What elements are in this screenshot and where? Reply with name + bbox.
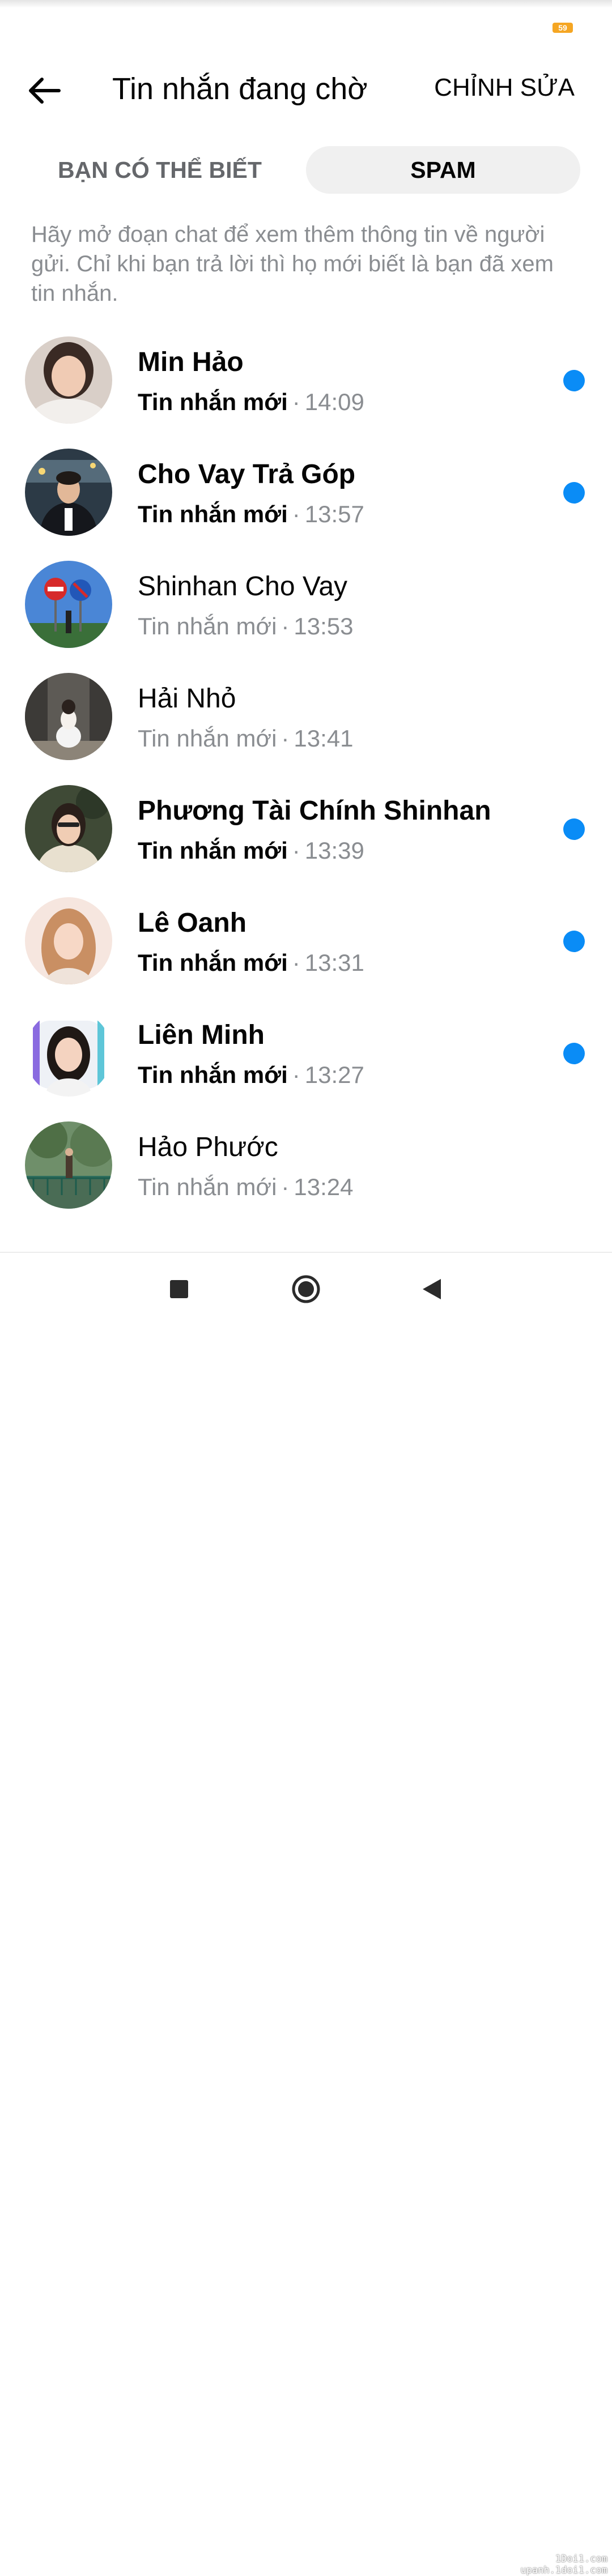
separator: · (292, 389, 300, 415)
message-meta: Tin nhắn mới · 13:27 (138, 1061, 364, 1089)
info-notice: Hãy mở đoạn chat để xem thêm thông tin v… (31, 222, 554, 306)
avatar (25, 561, 112, 648)
message-meta: Tin nhắn mới · 13:24 (138, 1174, 354, 1201)
contact-name: Liên Minh (138, 1020, 265, 1050)
triangle-back-icon (423, 1279, 441, 1299)
unread-indicator (563, 1043, 585, 1064)
avatar (25, 1121, 112, 1209)
top-shadow (0, 0, 612, 8)
message-meta: Tin nhắn mới · 13:53 (138, 613, 354, 640)
message-time: 13:53 (294, 613, 354, 639)
separator: · (292, 1061, 300, 1088)
back-button[interactable] (22, 69, 67, 112)
watermark-line: upanh.1doi1.com (520, 2565, 607, 2576)
conversation-item[interactable]: Lê Oanh Tin nhắn mới · 13:31 (0, 895, 612, 1007)
recents-button[interactable] (156, 1266, 202, 1312)
separator: · (292, 501, 300, 527)
message-preview: Tin nhắn mới (138, 837, 288, 864)
conversation-list: Min Hảo Tin nhắn mới · 14:09 Cho Vay Trả G… (0, 334, 612, 1231)
message-preview: Tin nhắn mới (138, 725, 277, 752)
edit-button[interactable]: CHỈNH SỬA (434, 74, 575, 102)
circle-home-icon (292, 1275, 320, 1303)
conversation-item[interactable]: Shinhan Cho Vay Tin nhắn mới · 13:53 (0, 558, 612, 671)
avatar (25, 673, 112, 760)
battery-icon: 59 (552, 23, 573, 33)
tab-people-you-may-know[interactable]: BẠN CÓ THỂ BIẾT (24, 146, 296, 194)
avatar (25, 897, 112, 984)
message-meta: Tin nhắn mới · 13:41 (138, 725, 354, 752)
contact-name: Phương Tài Chính Shinhan (138, 796, 491, 826)
page-title: Tin nhắn đang chờ (112, 72, 368, 106)
message-meta: Tin nhắn mới · 14:09 (138, 389, 364, 416)
tab-bar: BẠN CÓ THỂ BIẾT SPAM (24, 146, 580, 194)
message-preview: Tin nhắn mới (138, 389, 288, 415)
contact-name: Min Hảo (138, 347, 244, 377)
message-time: 13:24 (294, 1174, 354, 1200)
home-button[interactable] (283, 1266, 329, 1312)
unread-indicator (563, 482, 585, 504)
message-time: 14:09 (304, 389, 364, 415)
avatar (25, 449, 112, 536)
header: Tin nhắn đang chờ CHỈNH SỬA (0, 57, 612, 125)
avatar (25, 336, 112, 424)
conversation-item[interactable]: Min Hảo Tin nhắn mới · 14:09 (0, 334, 612, 446)
message-preview: Tin nhắn mới (138, 613, 277, 639)
message-time: 13:57 (304, 501, 364, 527)
message-meta: Tin nhắn mới · 13:57 (138, 501, 364, 528)
unread-indicator (563, 818, 585, 840)
message-preview: Tin nhắn mới (138, 501, 288, 527)
message-time: 13:41 (294, 725, 354, 752)
system-back-button[interactable] (409, 1266, 454, 1312)
contact-name: Hải Nhỏ (138, 684, 236, 714)
watermark-line: 1Doi1.com (555, 2553, 607, 2565)
message-preview: Tin nhắn mới (138, 949, 288, 976)
contact-name: Lê Oanh (138, 908, 247, 938)
conversation-item[interactable]: Hảo Phước Tin nhắn mới · 13:24 (0, 1119, 612, 1231)
tab-spam[interactable]: SPAM (306, 146, 580, 194)
contact-name: Cho Vay Trả Góp (138, 459, 356, 489)
message-meta: Tin nhắn mới · 13:31 (138, 949, 364, 976)
avatar (25, 1009, 112, 1097)
separator: · (292, 837, 300, 864)
system-nav-bar: 1Doi1.com upanh.1doi1.com (0, 1253, 612, 2576)
conversation-item[interactable]: Phương Tài Chính Shinhan Tin nhắn mới · 13… (0, 783, 612, 895)
conversation-item[interactable]: Cho Vay Trả Góp Tin nhắn mới · 13:57 (0, 446, 612, 558)
watermark: 1Doi1.com upanh.1doi1.com (520, 2553, 607, 2576)
separator: · (292, 949, 300, 976)
message-time: 13:27 (304, 1061, 364, 1088)
status-bar: 59 (0, 0, 612, 51)
message-preview: Tin nhắn mới (138, 1061, 288, 1088)
separator: · (281, 1174, 290, 1200)
message-time: 13:31 (304, 949, 364, 976)
separator: · (281, 613, 290, 639)
message-time: 13:39 (304, 837, 364, 864)
unread-indicator (563, 370, 585, 391)
contact-name: Shinhan Cho Vay (138, 572, 348, 602)
message-meta: Tin nhắn mới · 13:39 (138, 837, 364, 864)
unread-indicator (563, 931, 585, 952)
avatar (25, 785, 112, 872)
arrow-left-icon (29, 78, 61, 104)
message-preview: Tin nhắn mới (138, 1174, 277, 1200)
conversation-item[interactable]: Hải Nhỏ Tin nhắn mới · 13:41 (0, 671, 612, 783)
conversation-item[interactable]: Liên Minh Tin nhắn mới · 13:27 (0, 1007, 612, 1119)
separator: · (281, 725, 290, 752)
contact-name: Hảo Phước (138, 1132, 278, 1162)
square-recents-icon (170, 1280, 188, 1298)
